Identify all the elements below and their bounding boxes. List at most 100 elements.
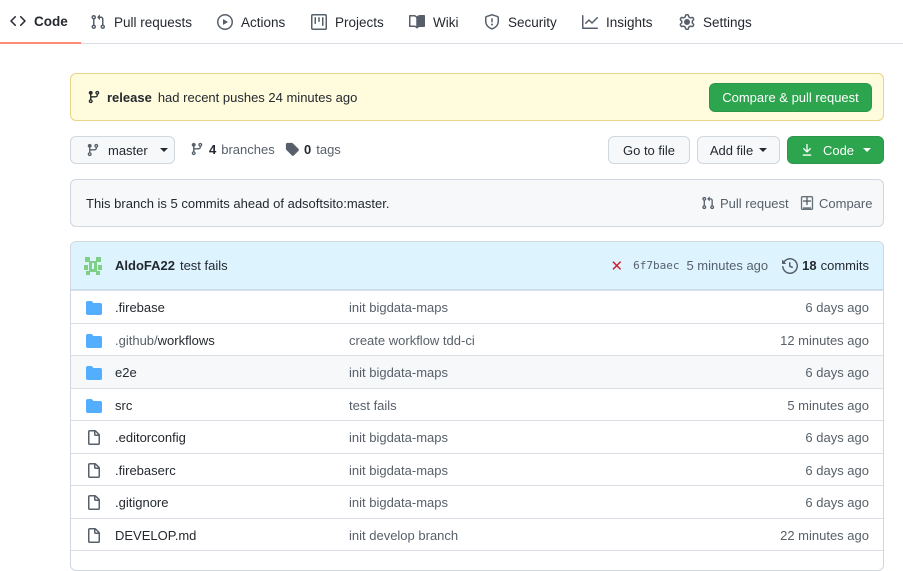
file-row[interactable]: .gitignore init bigdata-maps 6 days ago [71, 485, 883, 518]
file-commit-age: 5 minutes ago [787, 397, 869, 413]
branch-name: master [108, 142, 148, 158]
folder-icon [86, 333, 102, 349]
folder-icon [86, 398, 102, 414]
download-icon [800, 143, 814, 157]
file-commit-message[interactable]: create workflow tdd-ci [349, 324, 475, 356]
tab-insights[interactable]: Insights [582, 0, 653, 44]
branch-icon [190, 142, 204, 156]
file-commit-message[interactable]: init develop branch [349, 519, 458, 551]
file-row[interactable]: src test fails 5 minutes ago [71, 388, 883, 421]
repo-tab-nav: Code Pull requests Actions Projects Wiki… [0, 0, 903, 44]
file-commit-age: 22 minutes ago [780, 527, 869, 543]
tab-code[interactable]: Code [0, 0, 81, 44]
tags-link[interactable]: 0 tags [285, 136, 341, 162]
latest-commit-bar: AldoFA22 test fails ✕ 6f7baec 5 minutes … [71, 242, 883, 290]
latest-commit-meta: ✕ 6f7baec 5 minutes ago 18 commits [611, 242, 869, 289]
file-commit-age: 6 days ago [805, 299, 869, 315]
tab-label: Insights [606, 14, 653, 30]
branch-select-button[interactable]: master [70, 136, 175, 164]
file-name-link[interactable]: e2e [115, 356, 137, 388]
tags-count: 0 [304, 141, 312, 157]
branch-ahead-text: This branch is 5 commits ahead of adsoft… [86, 195, 390, 211]
tab-label: Settings [703, 14, 752, 30]
caret-down-icon [863, 148, 872, 152]
commits-count: 18 [802, 258, 817, 273]
tab-label: Wiki [433, 14, 459, 30]
branches-link[interactable]: 4 branches [190, 136, 275, 162]
file-icon [86, 495, 102, 511]
file-row[interactable]: .editorconfig init bigdata-maps 6 days a… [71, 420, 883, 453]
recent-push-branch[interactable]: release [107, 90, 152, 105]
pull-request-label: Pull request [720, 195, 789, 211]
play-icon [217, 14, 233, 30]
tab-label: Projects [335, 14, 384, 30]
file-row[interactable]: .firebaserc init bigdata-maps 6 days ago [71, 453, 883, 486]
avatar[interactable] [83, 256, 103, 276]
file-commit-age: 6 days ago [805, 364, 869, 380]
tab-label: Code [34, 13, 68, 29]
branch-icon [87, 90, 101, 104]
folder-icon [86, 365, 102, 381]
file-row[interactable]: e2e init bigdata-maps 6 days ago [71, 355, 883, 388]
ci-failure-icon[interactable]: ✕ [611, 257, 624, 275]
branches-count: 4 [209, 141, 217, 157]
file-commit-message[interactable]: init bigdata-maps [349, 421, 448, 453]
compare-label: Compare [819, 195, 873, 211]
compare-pull-request-label: Compare & pull request [722, 90, 859, 105]
file-commit-message[interactable]: init bigdata-maps [349, 486, 448, 518]
tab-pull-requests[interactable]: Pull requests [90, 0, 192, 44]
gear-icon [679, 14, 695, 30]
file-icon [86, 528, 102, 544]
history-icon [782, 257, 799, 274]
tab-security[interactable]: Security [484, 0, 557, 44]
pull-request-link[interactable]: Pull request [701, 180, 789, 226]
file-name-link[interactable]: .gitignore [115, 486, 168, 518]
file-name-link[interactable]: .editorconfig [115, 421, 186, 453]
file-commit-age: 6 days ago [805, 462, 869, 478]
file-name-link[interactable]: DEVELOP.md [115, 519, 196, 551]
file-commit-message[interactable]: init bigdata-maps [349, 454, 448, 486]
file-icon [86, 430, 102, 446]
branch-icon [86, 143, 100, 157]
tags-label: tags [316, 141, 341, 157]
code-icon [10, 13, 26, 29]
file-name-link[interactable]: .github/workflows [115, 324, 215, 356]
file-commit-age: 12 minutes ago [780, 332, 869, 348]
commit-message[interactable]: test fails [180, 258, 228, 273]
commit-author[interactable]: AldoFA22 [115, 258, 175, 273]
commits-label: commits [820, 258, 869, 273]
tab-settings[interactable]: Settings [679, 0, 752, 44]
graph-icon [582, 14, 598, 30]
pull-request-icon [90, 14, 106, 30]
compare-pull-request-button[interactable]: Compare & pull request [709, 83, 872, 112]
file-row[interactable]: DEVELOP.md init develop branch 22 minute… [71, 518, 883, 551]
tab-label: Security [508, 14, 557, 30]
file-row[interactable]: .firebase init bigdata-maps 6 days ago [71, 290, 883, 323]
pull-request-icon [701, 196, 715, 210]
latest-commit-message: AldoFA22 test fails [115, 242, 228, 289]
go-to-file-button[interactable]: Go to file [608, 136, 690, 164]
file-commit-message[interactable]: test fails [349, 389, 397, 421]
file-row[interactable] [71, 550, 883, 570]
file-name-link[interactable]: .firebase [115, 291, 165, 323]
go-to-file-label: Go to file [622, 142, 676, 158]
file-row[interactable]: .github/workflows create workflow tdd-ci… [71, 323, 883, 356]
file-list: AldoFA22 test fails ✕ 6f7baec 5 minutes … [70, 241, 884, 571]
caret-down-icon [759, 148, 768, 152]
commits-history-link[interactable]: 18 commits [782, 257, 869, 274]
compare-link[interactable]: Compare [800, 180, 872, 226]
caret-down-icon [159, 148, 168, 152]
file-name-link[interactable]: src [115, 389, 132, 421]
tab-actions[interactable]: Actions [217, 0, 285, 44]
add-file-button[interactable]: Add file [697, 136, 780, 164]
tab-label: Pull requests [114, 14, 193, 30]
commit-sha[interactable]: 6f7baec [633, 259, 679, 272]
tab-projects[interactable]: Projects [311, 0, 384, 44]
code-download-button[interactable]: Code [787, 136, 884, 164]
tab-wiki[interactable]: Wiki [409, 0, 459, 44]
file-commit-message[interactable]: init bigdata-maps [349, 356, 448, 388]
file-commit-message[interactable]: init bigdata-maps [349, 291, 448, 323]
file-commit-age: 6 days ago [805, 429, 869, 445]
file-name-link[interactable]: .firebaserc [115, 454, 176, 486]
recent-push-text: release had recent pushes 24 minutes ago [87, 74, 357, 120]
